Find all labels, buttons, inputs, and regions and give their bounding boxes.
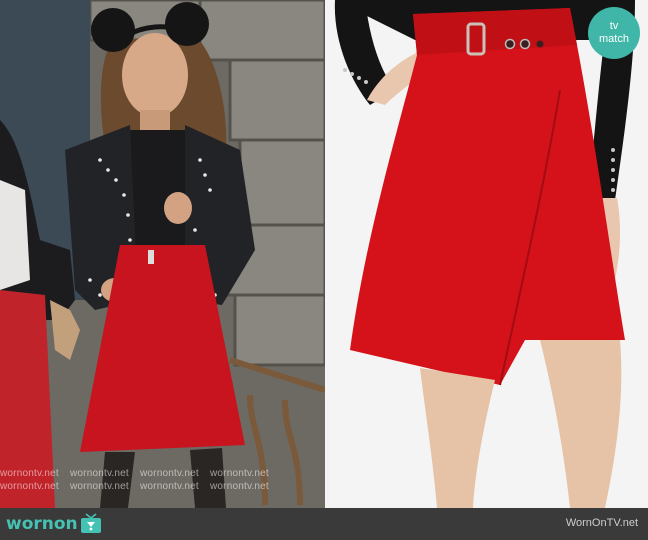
badge-line2: match bbox=[599, 33, 629, 45]
skirt-product-illustration bbox=[325, 0, 648, 508]
watermark: wornontv.net bbox=[0, 481, 59, 492]
tv-scene-photo: wornontv.net wornontv.net wornontv.net w… bbox=[0, 0, 325, 508]
site-name[interactable]: WornOnTV.net bbox=[566, 517, 638, 529]
product-photo bbox=[325, 0, 648, 508]
watermark: wornontv.net bbox=[70, 481, 129, 492]
wornontv-logo[interactable]: worn on bbox=[6, 512, 102, 536]
tv-scene-illustration bbox=[0, 0, 325, 508]
watermark: wornontv.net bbox=[140, 468, 199, 479]
logo-word-worn: worn bbox=[6, 514, 54, 534]
tv-icon bbox=[80, 513, 101, 533]
footer-bar: worn on WornOnTV.net bbox=[0, 508, 648, 540]
tv-match-badge: tv match bbox=[588, 7, 640, 59]
logo-word-on: on bbox=[53, 514, 78, 534]
watermark: wornontv.net bbox=[70, 468, 129, 479]
watermark: wornontv.net bbox=[210, 481, 269, 492]
badge-line1: tv bbox=[609, 20, 619, 32]
watermark: wornontv.net bbox=[140, 481, 199, 492]
watermark: wornontv.net bbox=[0, 468, 59, 479]
watermark: wornontv.net bbox=[210, 468, 269, 479]
